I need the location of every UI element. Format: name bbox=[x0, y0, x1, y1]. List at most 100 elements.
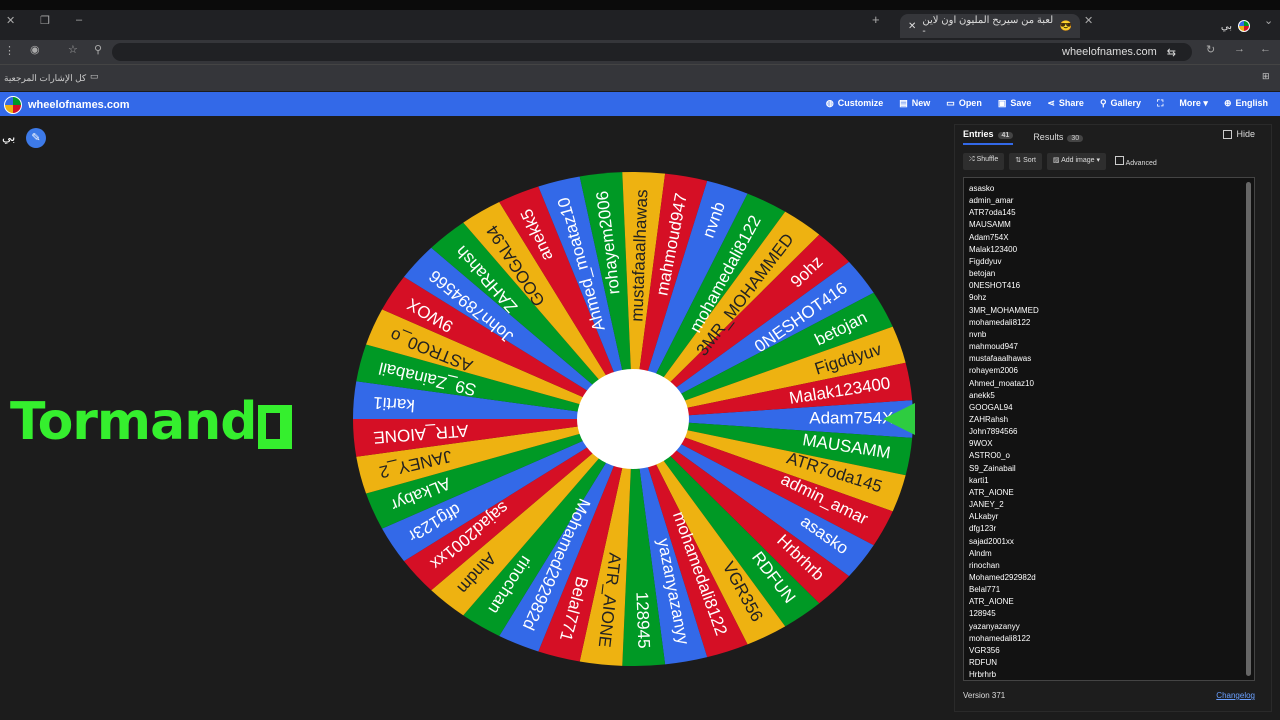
entry-line: 9WOX bbox=[969, 439, 993, 449]
entry-line: asasko bbox=[969, 184, 995, 193]
entries-toolbar: ⤮ Shuffle ⇅ Sort ▨ Add image ▾ Advanced bbox=[963, 153, 1161, 170]
emoji-icon: 😎 bbox=[1059, 20, 1072, 32]
tab-title: لعبة من سيربح المليون اون لاين - bbox=[922, 15, 1054, 37]
entry-line: S9_Zainabail bbox=[969, 463, 1016, 473]
back-icon[interactable]: ← bbox=[1260, 43, 1271, 55]
bookmark-star-icon[interactable]: ☆ bbox=[68, 43, 78, 56]
hide-toggle[interactable]: Hide bbox=[1223, 129, 1255, 139]
save-button[interactable]: ▣ Save bbox=[998, 98, 1032, 109]
tab-active[interactable]: ✕ لعبة من سيربح المليون اون لاين - 😎 bbox=[900, 14, 1080, 38]
image-icon: ▨ bbox=[1052, 157, 1060, 164]
folder-open-icon: ▭ bbox=[946, 98, 955, 108]
entries-count-badge: 41 bbox=[997, 132, 1014, 139]
entry-line: Ahmed_moataz10 bbox=[969, 378, 1034, 388]
entry-line: VGR356 bbox=[969, 645, 1000, 655]
changelog-link[interactable]: Changelog bbox=[1216, 691, 1255, 700]
entry-line: rohayem2006 bbox=[969, 366, 1018, 376]
gallery-button[interactable]: ⚲ Gallery bbox=[1100, 98, 1141, 109]
entry-line: betojan bbox=[969, 269, 996, 279]
entry-line: RDFUN bbox=[969, 658, 997, 668]
file-icon: ▤ bbox=[899, 98, 908, 108]
palette-icon: ◍ bbox=[825, 98, 834, 108]
top-menu: ◍ Customize ▤ New ▭ Open ▣ Save ⋖ Share ⚲ Gall… bbox=[826, 98, 1268, 109]
entry-line: Alndm bbox=[969, 548, 992, 558]
entry-line: rinochan bbox=[969, 560, 1000, 570]
wheel-logo-icon bbox=[4, 96, 22, 114]
entry-line: MAUSAMM bbox=[969, 220, 1011, 230]
site-name: wheelofnames.com bbox=[28, 99, 130, 111]
url-text: wheelofnames.com bbox=[1062, 46, 1157, 58]
new-tab-icon[interactable]: + bbox=[872, 12, 880, 27]
entry-line: 128945 bbox=[969, 609, 996, 619]
tab-results[interactable]: Results 30 bbox=[1033, 132, 1084, 142]
overlay-watermark-text: Tormando bbox=[10, 392, 292, 452]
version-label: Version 371 bbox=[963, 691, 1006, 700]
wheel-slice-label: Adam754X bbox=[809, 408, 893, 427]
site-settings-icon[interactable]: ⇆ bbox=[1167, 46, 1176, 59]
wheel-center-hub[interactable] bbox=[577, 369, 689, 469]
reload-icon[interactable]: ↻ bbox=[1206, 43, 1215, 56]
restore-window-icon[interactable]: ❐ bbox=[40, 14, 50, 27]
more-button[interactable]: More ▾ bbox=[1179, 98, 1208, 109]
new-button[interactable]: ▤ New bbox=[899, 98, 930, 109]
fullscreen-button[interactable]: ⛶ bbox=[1157, 98, 1163, 109]
save-icon: ▣ bbox=[997, 98, 1007, 108]
overlay-logo-icon bbox=[258, 405, 292, 449]
entry-line: Belal771 bbox=[969, 585, 1001, 595]
globe-icon: ⊕ bbox=[1223, 98, 1232, 108]
bookmarks-bar: كل الإشارات المرجعية ▭ ⊞ bbox=[0, 64, 1280, 91]
tab-search-icon[interactable]: ⌄ bbox=[1264, 14, 1273, 27]
tab-entries[interactable]: Entries 41 bbox=[963, 129, 1014, 145]
shuffle-button[interactable]: ⤮ Shuffle bbox=[963, 153, 1005, 170]
entry-line: John7894566 bbox=[969, 427, 1018, 437]
all-bookmarks-label[interactable]: كل الإشارات المرجعية bbox=[4, 73, 86, 84]
forward-icon[interactable]: → bbox=[1234, 43, 1245, 55]
minimize-window-icon[interactable]: – bbox=[76, 14, 82, 26]
wheel-title: بي bbox=[2, 130, 16, 144]
entry-line: dfg123r bbox=[969, 524, 997, 534]
tab2-favicon-icon bbox=[1238, 20, 1250, 32]
tab2-close-icon[interactable]: ✕ bbox=[1084, 14, 1093, 27]
share-button[interactable]: ⋖ Share bbox=[1047, 98, 1084, 109]
sort-icon: ⇅ bbox=[1015, 157, 1022, 164]
sort-button[interactable]: ⇅ Sort bbox=[1009, 153, 1042, 170]
caret-down-icon: ▾ bbox=[1203, 98, 1208, 108]
wheel-container[interactable]: Adam754X MAUSAMM ATR7oda145 admin_amar asask… bbox=[351, 169, 915, 669]
entry-line: Hrbrhrb bbox=[969, 670, 997, 680]
entries-textarea[interactable]: asasko admin_amar ATR7oda145 MAUSAMM Adam754… bbox=[963, 177, 1255, 681]
advanced-checkbox[interactable] bbox=[1115, 156, 1125, 165]
close-window-icon[interactable]: ✕ bbox=[6, 14, 15, 27]
entry-line: anekk5 bbox=[969, 390, 995, 400]
entry-line: Mohamed292982d bbox=[969, 573, 1036, 582]
profile-icon[interactable]: ◉ bbox=[30, 43, 40, 56]
apps-grid-icon[interactable]: ⊞ bbox=[1262, 71, 1270, 82]
open-button[interactable]: ▭ Open bbox=[946, 98, 982, 109]
site-logo[interactable]: wheelofnames.com bbox=[4, 96, 129, 114]
zoom-icon[interactable]: ⚲ bbox=[94, 43, 102, 56]
entry-line: 0NESHOT416 bbox=[969, 281, 1021, 291]
share-icon: ⋖ bbox=[1047, 98, 1055, 108]
advanced-toggle[interactable]: Advanced bbox=[1111, 153, 1161, 170]
shuffle-icon: ⤮ bbox=[969, 156, 975, 163]
entry-line: ATR7oda145 bbox=[969, 208, 1016, 218]
tab-close-icon[interactable]: ✕ bbox=[908, 21, 916, 32]
fullscreen-icon: ⛶ bbox=[1157, 98, 1164, 108]
browser-tab-bar: ✕ ❐ – + ✕ لعبة من سيربح المليون اون لاين… bbox=[0, 10, 1280, 40]
window-top-strip bbox=[0, 0, 1280, 10]
entry-line: admin_amar bbox=[969, 196, 1014, 206]
language-button[interactable]: ⊕ English bbox=[1224, 98, 1268, 109]
entry-line: 9ohz bbox=[969, 293, 987, 303]
wheel[interactable]: Adam754XMAUSAMMATR7oda145admin_amarasask… bbox=[351, 169, 915, 669]
entry-line: mahmoud947 bbox=[969, 342, 1018, 352]
customize-button[interactable]: ◍ Customize bbox=[826, 98, 883, 109]
entry-line: nvnb bbox=[969, 329, 987, 339]
menu-kebab-icon[interactable]: ⋮ bbox=[4, 44, 15, 57]
entries-scrollbar[interactable] bbox=[1246, 182, 1251, 676]
entry-line: yazanyazanyy bbox=[969, 621, 1020, 631]
entry-line: karti1 bbox=[969, 475, 989, 485]
url-field[interactable]: wheelofnames.com ⇆ bbox=[112, 43, 1192, 61]
add-image-button[interactable]: ▨ Add image ▾ bbox=[1046, 153, 1107, 170]
hide-checkbox[interactable] bbox=[1223, 129, 1233, 139]
edit-title-pencil-icon[interactable]: ✎ bbox=[26, 128, 46, 148]
entry-line: GOOGAL94 bbox=[969, 402, 1013, 412]
